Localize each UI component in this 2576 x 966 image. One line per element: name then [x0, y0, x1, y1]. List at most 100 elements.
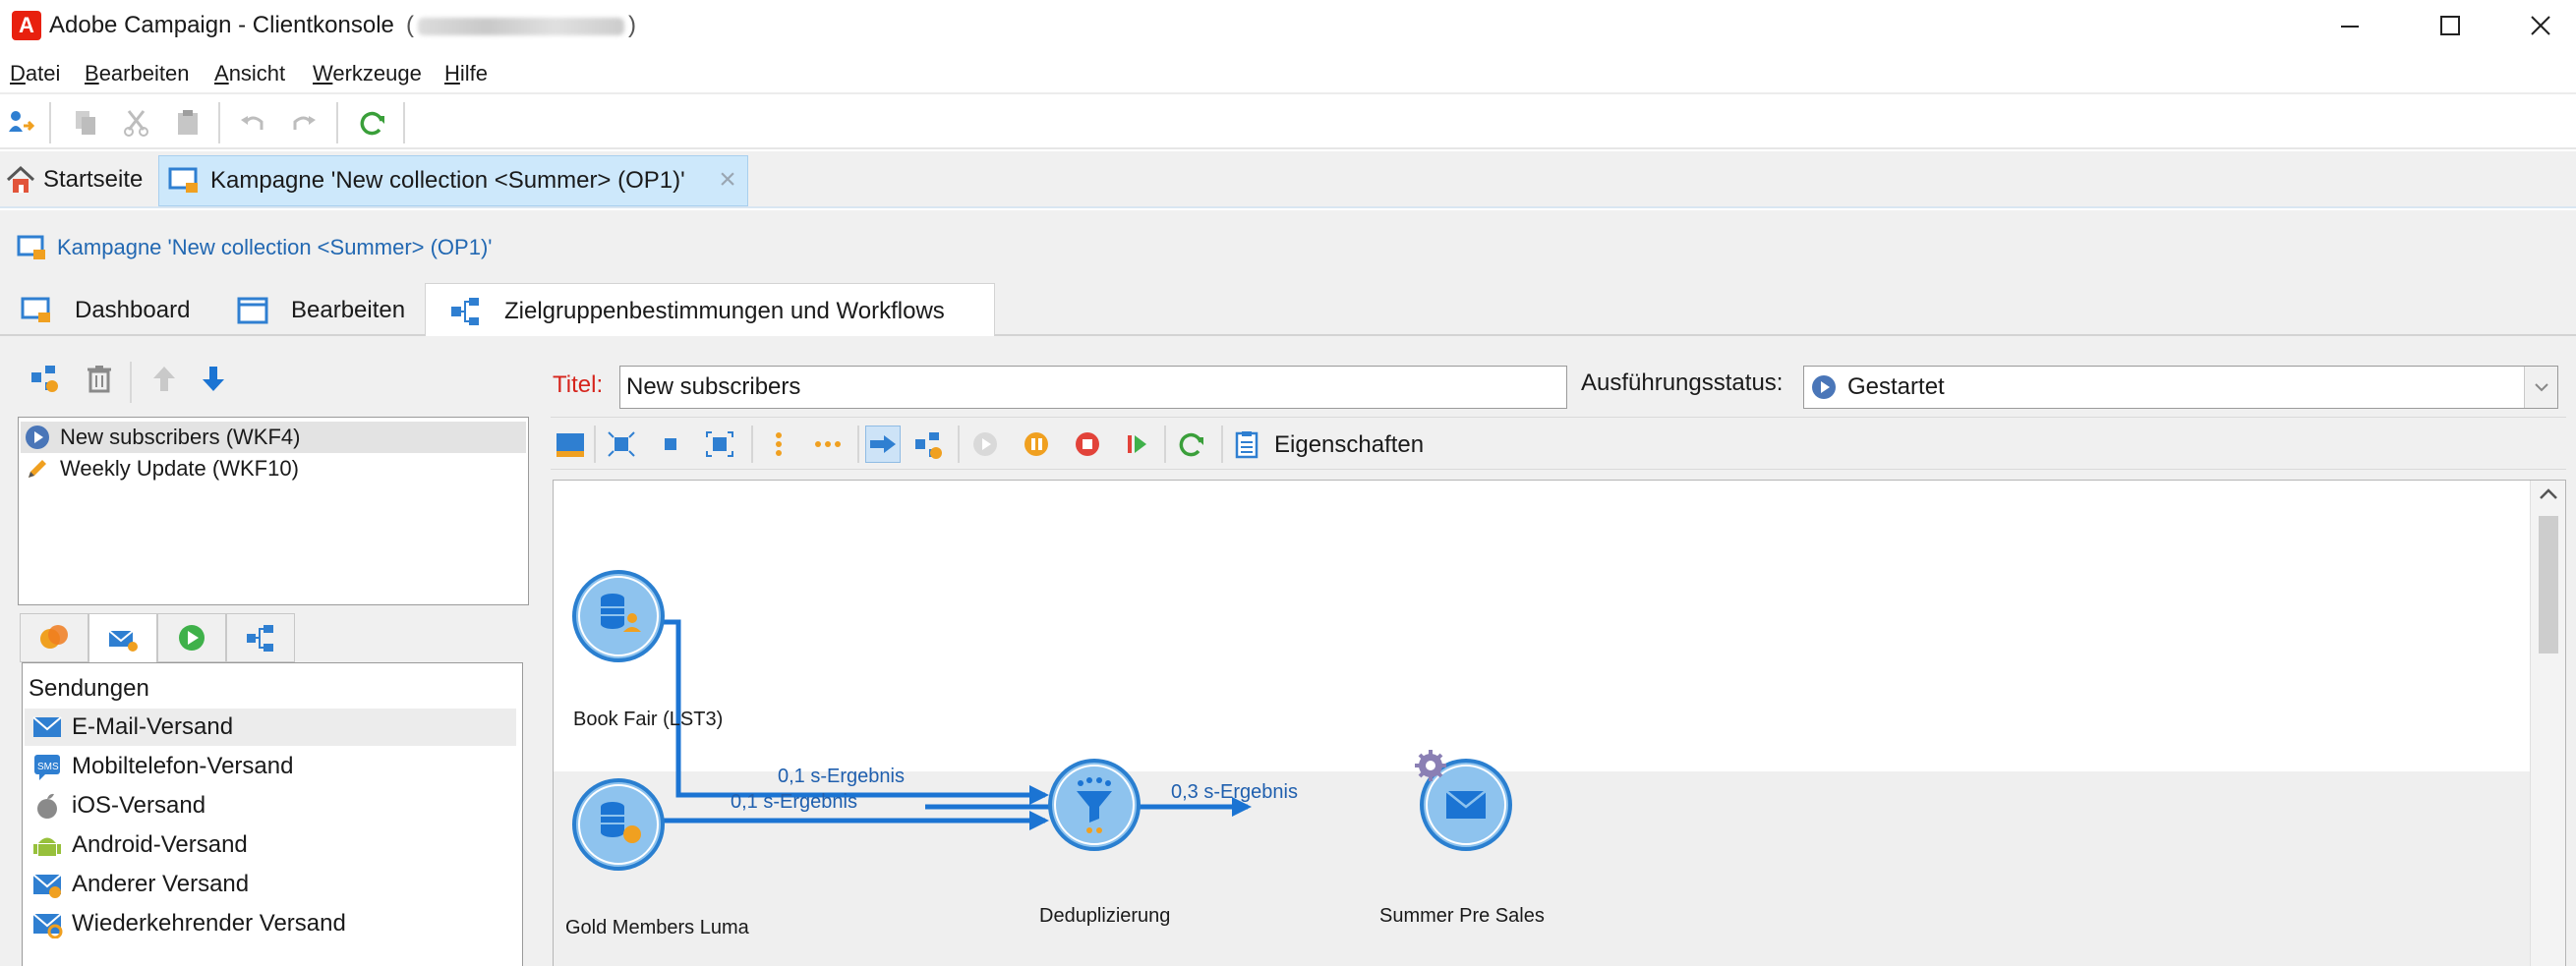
- campaign-icon: [17, 235, 45, 259]
- menu-datei[interactable]: Datei: [10, 61, 60, 86]
- connect-user-icon[interactable]: [4, 106, 37, 140]
- zoom-in-icon[interactable]: [702, 426, 737, 463]
- status-label: Ausführungsstatus:: [1581, 369, 1784, 396]
- close-window-button[interactable]: [2495, 0, 2576, 51]
- workflow-list-toolbar: [22, 356, 523, 405]
- palette-item-recurring[interactable]: Wiederkehrender Versand: [25, 905, 516, 942]
- workflow-canvas[interactable]: Book Fair (LST3) Gold Members Luma Dedup…: [553, 480, 2566, 966]
- workflow-icon: [247, 625, 273, 652]
- refresh-icon[interactable]: [356, 106, 389, 140]
- properties-icon[interactable]: [1229, 426, 1264, 463]
- node-deduplizierung[interactable]: [1048, 759, 1141, 851]
- tab-workflows[interactable]: Zielgruppenbestimmungen und Workflows: [425, 283, 995, 338]
- connection-mode-icon[interactable]: [865, 426, 901, 463]
- undo-icon[interactable]: [236, 106, 269, 140]
- scroll-up-icon[interactable]: [2539, 484, 2558, 507]
- palette-item-other[interactable]: Anderer Versand: [25, 866, 516, 903]
- play-circle-icon: [1812, 375, 1836, 399]
- refresh-icon[interactable]: [1174, 426, 1209, 463]
- menu-werkzeuge[interactable]: Werkzeuge: [313, 61, 422, 86]
- maximize-button[interactable]: [2405, 0, 2495, 51]
- list-item[interactable]: New subscribers (WKF4): [21, 422, 526, 453]
- pencil-icon: [29, 460, 46, 478]
- android-icon: [30, 828, 64, 862]
- palette-tabs: [20, 613, 531, 664]
- svg-text:SMS: SMS: [37, 762, 59, 772]
- recurring-delivery-icon: [30, 907, 64, 940]
- main-toolbar: [0, 92, 2576, 149]
- tab-bearbeiten[interactable]: Bearbeiten: [228, 283, 423, 338]
- tab-kampagne-label: Kampagne 'New collection <Summer> (OP1)': [210, 167, 685, 194]
- sms-icon: SMS: [30, 750, 64, 783]
- vertical-scrollbar[interactable]: [2530, 481, 2565, 966]
- node-label-book-fair: Book Fair (LST3): [573, 709, 724, 730]
- palette-item-email[interactable]: E-Mail-Versand: [25, 709, 516, 746]
- tab-startseite[interactable]: Startseite: [0, 151, 157, 208]
- horizontal-layout-icon[interactable]: [810, 426, 846, 463]
- palette-item-sms[interactable]: SMS Mobiltelefon-Versand: [25, 748, 516, 785]
- paste-icon[interactable]: [171, 106, 205, 140]
- breadcrumb-bar: Kampagne 'New collection <Summer> (OP1)': [0, 210, 2576, 279]
- list-item[interactable]: Weekly Update (WKF10): [21, 453, 526, 484]
- breadcrumb-label: Kampagne 'New collection <Summer> (OP1)': [57, 235, 493, 259]
- left-panel: New subscribers (WKF4) Weekly Update (WK…: [0, 336, 541, 966]
- minimize-button[interactable]: [2305, 0, 2395, 51]
- workflow-list: New subscribers (WKF4) Weekly Update (WK…: [18, 417, 529, 605]
- close-icon: [2531, 16, 2550, 35]
- tab-targeting[interactable]: [20, 613, 88, 662]
- window-title: Adobe Campaign - Clientkonsole: [49, 12, 394, 38]
- play-green-icon: [179, 625, 205, 651]
- status-select[interactable]: Gestartet: [1803, 366, 2558, 409]
- document-tabs: Startseite Kampagne 'New collection <Sum…: [0, 151, 2576, 208]
- tab-deliveries[interactable]: [88, 613, 157, 664]
- zoom-fit-icon[interactable]: [604, 426, 639, 463]
- node-book-fair[interactable]: [572, 570, 665, 662]
- delete-icon[interactable]: [83, 362, 116, 395]
- workflow-diagram: [572, 570, 1512, 871]
- delivery-icon: [108, 629, 138, 652]
- node-label-gold-members: Gold Members Luma: [565, 917, 749, 938]
- redo-icon[interactable]: [287, 106, 321, 140]
- node-gold-members[interactable]: [572, 778, 665, 871]
- tab-actions[interactable]: [226, 613, 295, 662]
- display-icon[interactable]: [553, 426, 588, 463]
- workflow-editor: Titel: New subscribers Ausführungsstatus…: [541, 336, 2576, 966]
- stop-icon[interactable]: [1070, 426, 1105, 463]
- move-down-icon[interactable]: [197, 362, 230, 395]
- menu-hilfe[interactable]: Hilfe: [444, 61, 488, 86]
- workflow-properties-icon[interactable]: [910, 426, 946, 463]
- tab-flow-control[interactable]: [157, 613, 226, 662]
- activity-palette: Sendungen E-Mail-Versand SMS Mobiltelefo…: [22, 662, 523, 966]
- copy-icon[interactable]: [69, 106, 102, 140]
- workflow-toolbar: Eigenschaften: [551, 417, 2566, 470]
- maximize-icon: [2440, 16, 2460, 35]
- cut-icon[interactable]: [120, 106, 153, 140]
- edit-form-icon: [237, 297, 268, 324]
- title-bar: A Adobe Campaign - Clientkonsole (): [0, 0, 2576, 51]
- start-icon[interactable]: [967, 426, 1003, 463]
- move-up-icon[interactable]: [147, 362, 181, 395]
- unconditional-stop-icon[interactable]: [1119, 426, 1154, 463]
- new-workflow-icon[interactable]: [28, 362, 61, 395]
- pause-icon[interactable]: [1019, 426, 1054, 463]
- minimize-icon: [2341, 26, 2359, 28]
- tab-startseite-label: Startseite: [43, 166, 144, 193]
- window-user: (): [406, 12, 636, 38]
- palette-header: Sendungen: [29, 675, 149, 702]
- palette-item-ios[interactable]: iOS-Versand: [25, 787, 516, 824]
- palette-item-android[interactable]: Android-Versand: [25, 826, 516, 864]
- workflow-icon: [451, 297, 479, 325]
- breadcrumb[interactable]: Kampagne 'New collection <Summer> (OP1)': [16, 232, 492, 263]
- normal-size-icon[interactable]: [653, 426, 688, 463]
- tab-kampagne[interactable]: Kampagne 'New collection <Summer> (OP1)'…: [158, 155, 748, 206]
- vertical-layout-icon[interactable]: [761, 426, 796, 463]
- menu-bearbeiten[interactable]: Bearbeiten: [85, 61, 189, 86]
- node-summer-pre-sales[interactable]: [1415, 750, 1512, 851]
- menu-ansicht[interactable]: Ansicht: [214, 61, 285, 86]
- chevron-down-icon[interactable]: [2524, 367, 2557, 408]
- close-tab-icon[interactable]: ×: [714, 165, 741, 195]
- properties-label[interactable]: Eigenschaften: [1274, 431, 1424, 459]
- title-input[interactable]: New subscribers: [619, 366, 1567, 409]
- scrollbar-thumb[interactable]: [2539, 516, 2558, 653]
- tab-dashboard[interactable]: Dashboard: [12, 283, 224, 338]
